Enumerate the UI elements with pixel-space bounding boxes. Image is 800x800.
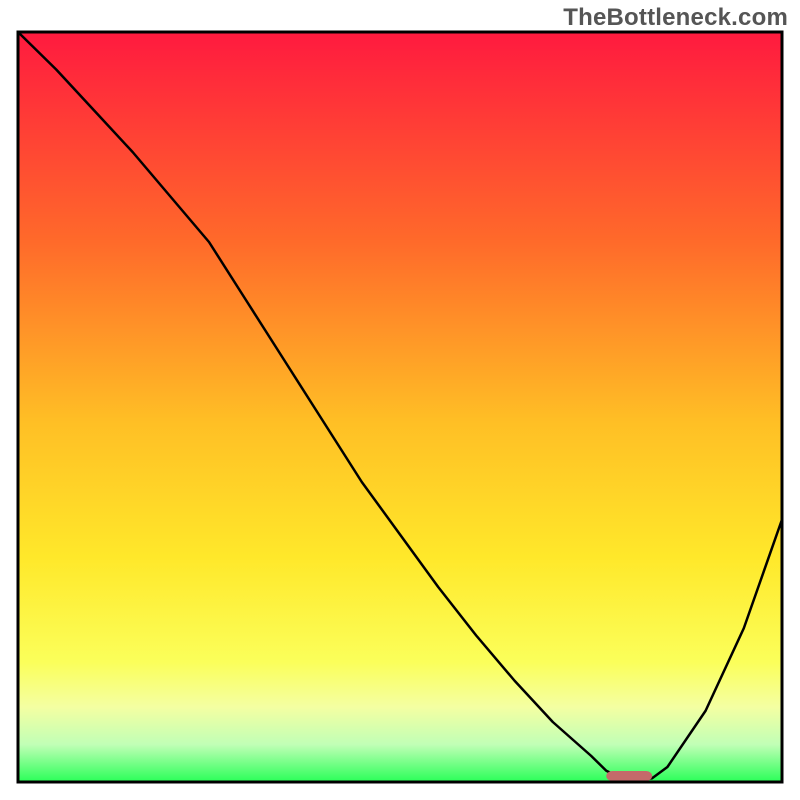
bottleneck-chart: TheBottleneck.com xyxy=(0,0,800,800)
optimum-marker xyxy=(606,771,652,781)
chart-svg xyxy=(0,0,800,800)
plot-area xyxy=(18,32,782,782)
watermark-text: TheBottleneck.com xyxy=(563,4,788,32)
